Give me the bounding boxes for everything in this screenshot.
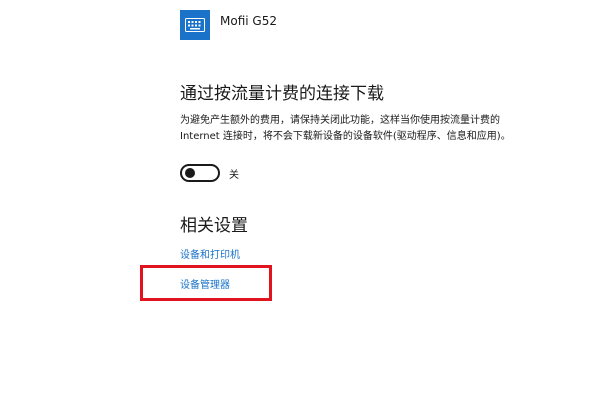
metered-download-description: 为避免产生额外的费用，请保持关闭此功能，这样当你使用按流量计费的 Interne… [180, 115, 511, 142]
metered-download-toggle[interactable] [180, 164, 220, 182]
toggle-knob [185, 168, 195, 178]
devices-and-printers-link[interactable]: 设备和打印机 [180, 246, 240, 261]
device-name: Mofii G52 [220, 14, 277, 28]
related-settings-title: 相关设置 [180, 216, 248, 236]
device-row: Mofii G52 [180, 10, 277, 40]
highlight-annotation-box [140, 265, 272, 301]
toggle-state-label: 关 [229, 169, 239, 181]
metered-toggle-row: 关 [180, 164, 239, 182]
metered-download-title: 通过按流量计费的连接下载 [180, 84, 384, 104]
keyboard-icon[interactable] [180, 10, 210, 40]
